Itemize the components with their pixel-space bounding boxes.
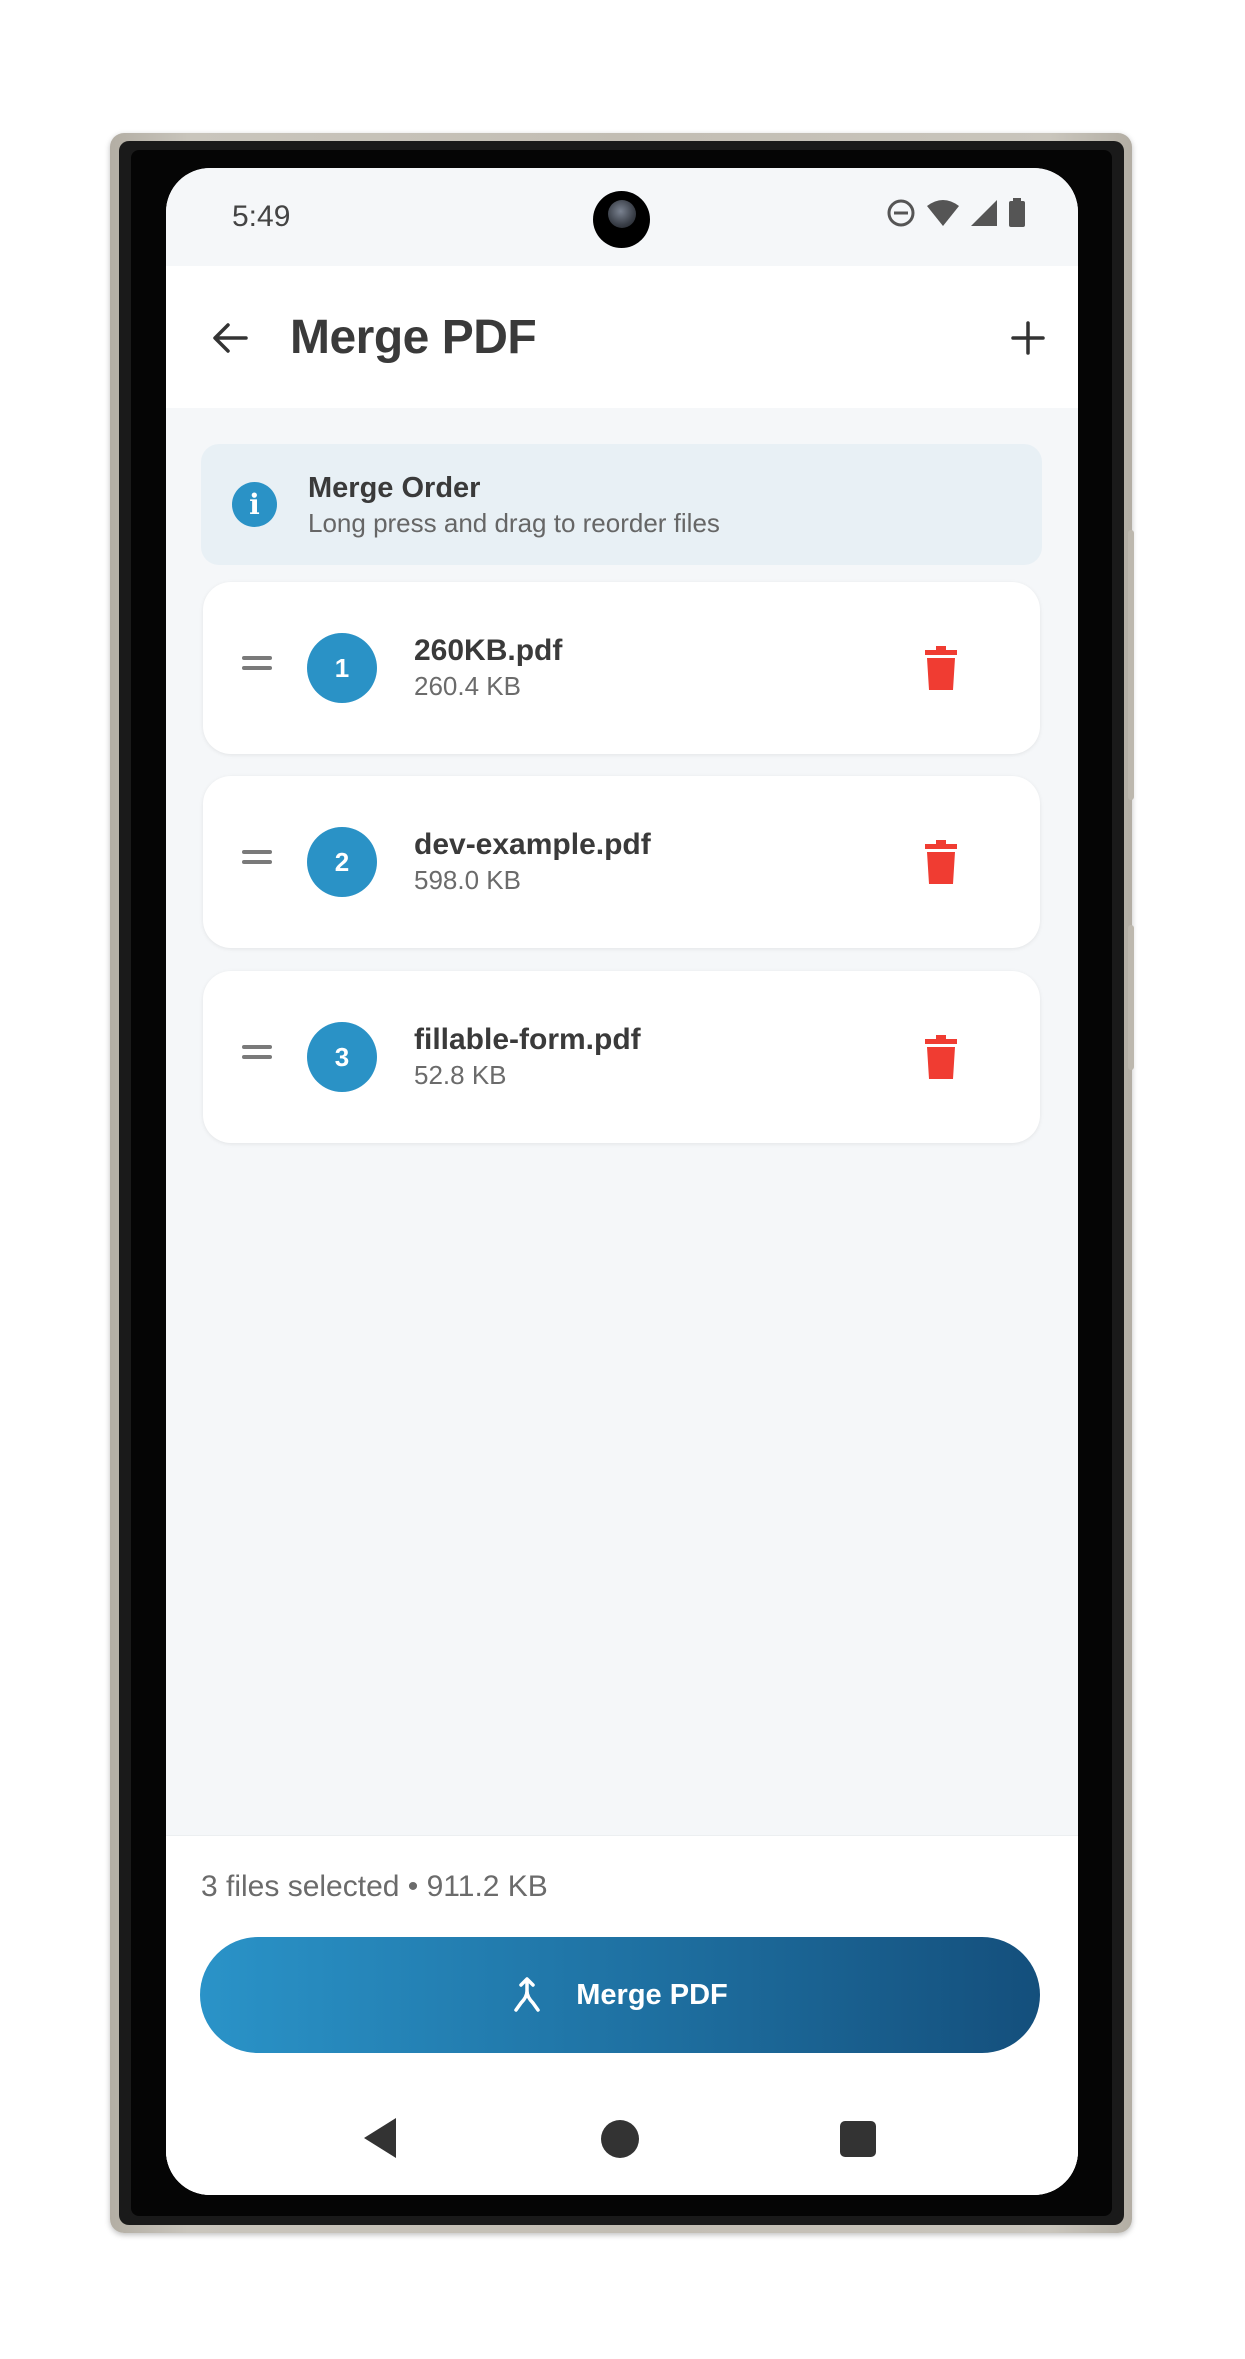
signal-icon	[971, 200, 997, 226]
order-badge: 1	[307, 633, 377, 703]
status-bar: 5:49	[166, 168, 1078, 266]
phone-screen: 5:49 Merge PDF i Merge Order Long press …	[166, 168, 1078, 2195]
nav-recents-icon[interactable]	[840, 2121, 876, 2157]
wifi-icon	[927, 200, 959, 226]
file-card[interactable]: 3 fillable-form.pdf 52.8 KB	[203, 971, 1040, 1143]
file-name: 260KB.pdf	[414, 634, 563, 667]
file-card[interactable]: 1 260KB.pdf 260.4 KB	[203, 582, 1040, 754]
banner-title: Merge Order	[308, 472, 481, 504]
banner-subtitle: Long press and drag to reorder files	[308, 508, 720, 538]
front-camera	[593, 191, 650, 248]
merge-order-banner: i Merge Order Long press and drag to reo…	[201, 444, 1042, 565]
arrow-left-icon	[213, 323, 248, 353]
back-button[interactable]	[202, 310, 258, 366]
status-icons	[886, 198, 1026, 228]
nav-back-icon[interactable]	[362, 2116, 398, 2160]
trash-icon	[925, 1035, 957, 1079]
file-card[interactable]: 2 dev-example.pdf 598.0 KB	[203, 776, 1040, 948]
merge-pdf-button[interactable]: Merge PDF	[200, 1937, 1040, 2053]
trash-icon	[925, 840, 957, 884]
add-file-button[interactable]	[998, 308, 1058, 368]
delete-button[interactable]	[915, 1029, 967, 1085]
file-name: dev-example.pdf	[414, 828, 651, 861]
drag-handle-icon[interactable]	[242, 656, 272, 678]
merge-button-label: Merge PDF	[576, 1978, 728, 2011]
order-badge: 2	[307, 827, 377, 897]
file-size: 52.8 KB	[414, 1060, 507, 1090]
file-size: 598.0 KB	[414, 865, 521, 895]
nav-home-icon[interactable]	[601, 2120, 639, 2158]
trash-icon	[925, 646, 957, 690]
battery-icon	[1009, 198, 1025, 227]
file-size: 260.4 KB	[414, 671, 521, 701]
page-title: Merge PDF	[290, 311, 537, 364]
delete-button[interactable]	[915, 640, 967, 696]
device-side-button	[1128, 925, 1134, 1070]
drag-handle-icon[interactable]	[242, 850, 272, 872]
order-badge: 3	[307, 1022, 377, 1092]
delete-button[interactable]	[915, 834, 967, 890]
device-side-button	[1128, 530, 1134, 800]
app-bar: Merge PDF	[166, 266, 1078, 408]
status-time: 5:49	[232, 200, 291, 233]
navigation-bar	[166, 2076, 1078, 2195]
plus-icon	[1011, 321, 1045, 355]
do-not-disturb-icon	[887, 199, 915, 227]
selection-summary: 3 files selected • 911.2 KB	[201, 1870, 548, 1903]
info-icon: i	[232, 482, 277, 527]
merge-icon	[514, 1977, 540, 2012]
drag-handle-icon[interactable]	[242, 1045, 272, 1067]
file-name: fillable-form.pdf	[414, 1023, 641, 1056]
